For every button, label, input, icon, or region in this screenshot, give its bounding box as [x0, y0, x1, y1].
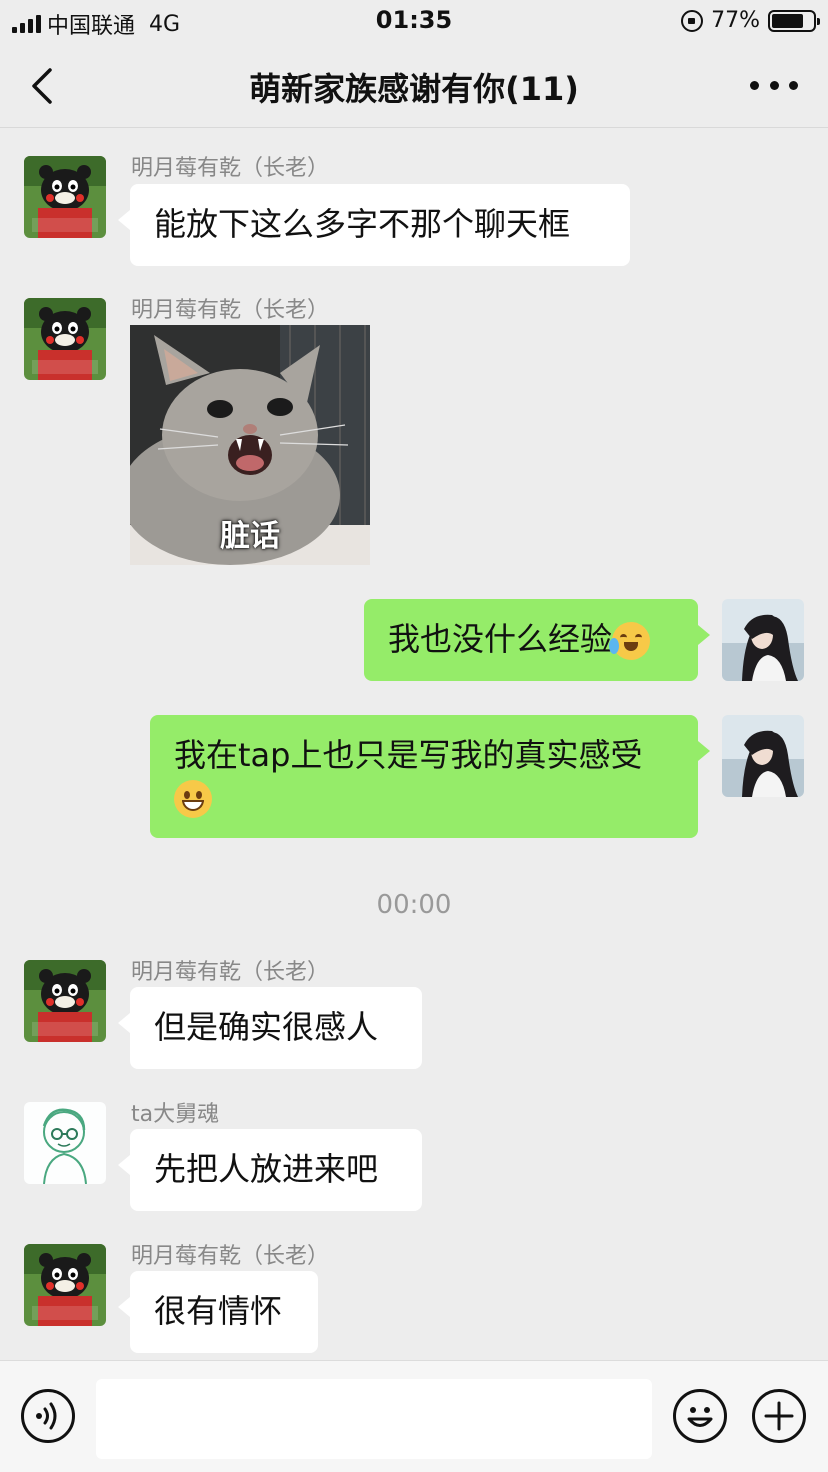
message-bubble[interactable]: 先把人放进来吧	[118, 1129, 422, 1211]
message-text: 我也没什么经验	[388, 620, 613, 658]
sticker-caption: 脏话	[220, 519, 280, 554]
cat-sticker-image[interactable]: 脏话	[130, 325, 370, 565]
avatar[interactable]	[24, 156, 106, 238]
avatar[interactable]	[24, 1102, 106, 1184]
message-bubble[interactable]: 我也没什么经验	[364, 599, 710, 681]
avatar[interactable]	[722, 715, 804, 797]
sender-name: ta大舅魂	[131, 1102, 220, 1127]
message-bubble[interactable]: 很有情怀	[118, 1271, 318, 1353]
rotation-lock-icon	[681, 9, 704, 32]
battery-percent: 77%	[711, 8, 760, 33]
status-bar: 中国联通 4G 01:35 77%	[0, 0, 828, 44]
status-right: 77%	[681, 8, 820, 33]
voice-icon[interactable]	[21, 1389, 75, 1443]
battery-icon	[768, 9, 820, 32]
message-bubble[interactable]: 我在tap上也只是写我的真实感受	[150, 715, 710, 838]
chat-message-list[interactable]: 明月莓有乾（长老） 能放下这么多字不那个聊天框 明月莓有乾（长老） 脏话 我也没…	[0, 128, 828, 1360]
chat-input-bar	[0, 1360, 828, 1472]
avatar[interactable]	[24, 960, 106, 1042]
sender-name: 明月莓有乾（长老）	[131, 960, 330, 985]
plus-icon[interactable]	[752, 1389, 806, 1443]
more-dots-icon[interactable]	[750, 70, 798, 100]
sender-name: 明月莓有乾（长老）	[131, 156, 330, 181]
message-bubble[interactable]: 但是确实很感人	[118, 987, 422, 1069]
time-separator: 00:00	[376, 890, 452, 920]
message-input[interactable]	[96, 1379, 652, 1459]
smiley-icon[interactable]	[673, 1389, 727, 1443]
avatar[interactable]	[24, 298, 106, 380]
sender-name: 明月莓有乾（长老）	[131, 1244, 330, 1269]
message-text: 我在tap上也只是写我的真实感受	[174, 736, 643, 774]
avatar[interactable]	[24, 1244, 106, 1326]
message-bubble[interactable]: 能放下这么多字不那个聊天框	[118, 184, 630, 266]
avatar[interactable]	[722, 599, 804, 681]
chat-title[interactable]: 萌新家族感谢有你(11)	[0, 64, 828, 110]
grinning-emoji-icon	[174, 780, 212, 818]
crying-laughing-emoji-icon	[609, 622, 651, 660]
sender-name: 明月莓有乾（长老）	[131, 298, 330, 323]
chat-header: 萌新家族感谢有你(11)	[0, 44, 828, 128]
